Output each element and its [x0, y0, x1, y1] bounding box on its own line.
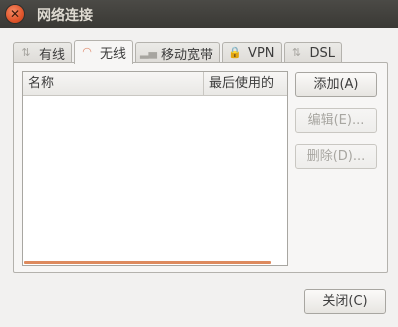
tab-dsl[interactable]: ⇅ DSL — [283, 42, 343, 63]
add-button[interactable]: 添加(A) — [295, 72, 377, 97]
tab-panel: 名称 最后使用的 添加(A) 编辑(E)... 删除(D)... — [13, 62, 388, 273]
tab-label: DSL — [309, 45, 336, 61]
connection-list[interactable]: 名称 最后使用的 — [22, 71, 288, 266]
horizontal-scroll-indicator[interactable] — [24, 261, 271, 264]
wireless-icon: ◠ — [82, 45, 92, 58]
network-connections-window: ✕ 网络连接 ⇅ 有线 ◠ 无线 ▂▄ 移动宽带 🔒 VPN ⇅ DSL 名称 … — [0, 0, 398, 327]
window-close-icon[interactable]: ✕ — [6, 5, 24, 23]
list-header: 名称 最后使用的 — [23, 72, 287, 96]
column-header-last-used[interactable]: 最后使用的 — [204, 72, 287, 95]
title-bar: ✕ 网络连接 — [0, 0, 398, 28]
dsl-icon: ⇅ — [291, 46, 302, 59]
tab-label: 无线 — [100, 46, 127, 62]
list-body[interactable] — [23, 96, 287, 265]
tab-wireless[interactable]: ◠ 无线 — [74, 40, 134, 64]
tab-mobile-broadband[interactable]: ▂▄ 移动宽带 — [135, 42, 221, 63]
mobile-broadband-icon: ▂▄ — [140, 46, 157, 59]
tab-wired[interactable]: ⇅ 有线 — [13, 42, 73, 63]
tab-label: 有线 — [39, 47, 66, 63]
tab-label: 移动宽带 — [161, 47, 214, 63]
delete-button[interactable]: 删除(D)... — [295, 144, 377, 169]
connection-type-tabs: ⇅ 有线 ◠ 无线 ▂▄ 移动宽带 🔒 VPN ⇅ DSL — [13, 40, 344, 64]
action-buttons: 添加(A) 编辑(E)... 删除(D)... — [295, 72, 377, 180]
tab-label: VPN — [248, 45, 275, 61]
close-button[interactable]: 关闭(C) — [304, 289, 386, 314]
window-title: 网络连接 — [37, 8, 93, 24]
lock-icon: 🔒 — [228, 46, 242, 59]
edit-button[interactable]: 编辑(E)... — [295, 108, 377, 133]
tab-vpn[interactable]: 🔒 VPN — [222, 42, 282, 63]
column-header-name[interactable]: 名称 — [23, 72, 204, 95]
wired-icon: ⇅ — [21, 46, 31, 59]
